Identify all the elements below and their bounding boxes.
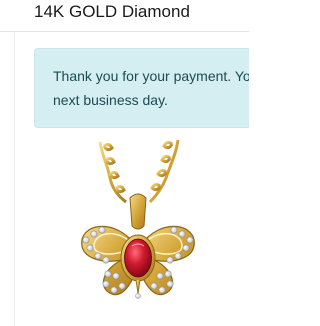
product-image[interactable]: [60, 136, 220, 326]
product-title-bar: 14K GOLD Diamond: [0, 0, 249, 32]
butterfly-pendant-icon: [81, 139, 195, 299]
page: 14K GOLD Diamond Thank you for your paym…: [0, 0, 249, 326]
product-title: 14K GOLD Diamond: [34, 2, 190, 21]
alert-message: Thank you for your payment. Yo next busi…: [53, 64, 249, 112]
alert-line-1: Thank you for your payment. Yo: [53, 68, 249, 84]
chain-left: [98, 141, 127, 204]
pendant-bail: [129, 193, 147, 230]
ruby-stone: [124, 238, 152, 278]
content-divider: [14, 0, 15, 326]
chain-right: [148, 139, 180, 204]
alert-line-2: next business day.: [53, 92, 168, 108]
payment-confirmation-alert: Thank you for your payment. Yo next busi…: [34, 48, 249, 128]
